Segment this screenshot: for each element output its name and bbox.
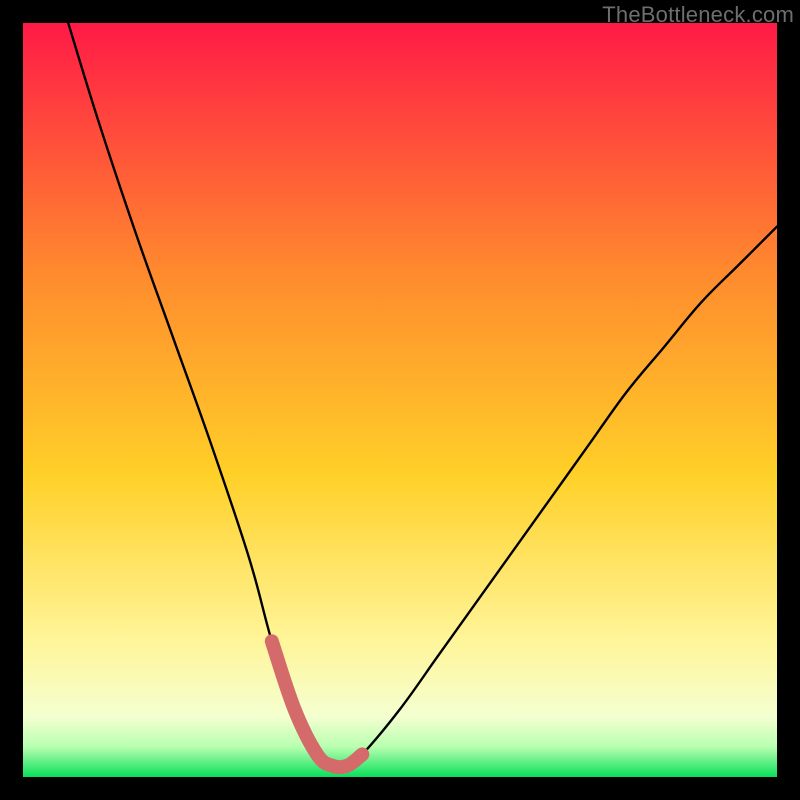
gradient-background	[23, 23, 777, 777]
bottleneck-chart	[23, 23, 777, 777]
chart-frame	[23, 23, 777, 777]
